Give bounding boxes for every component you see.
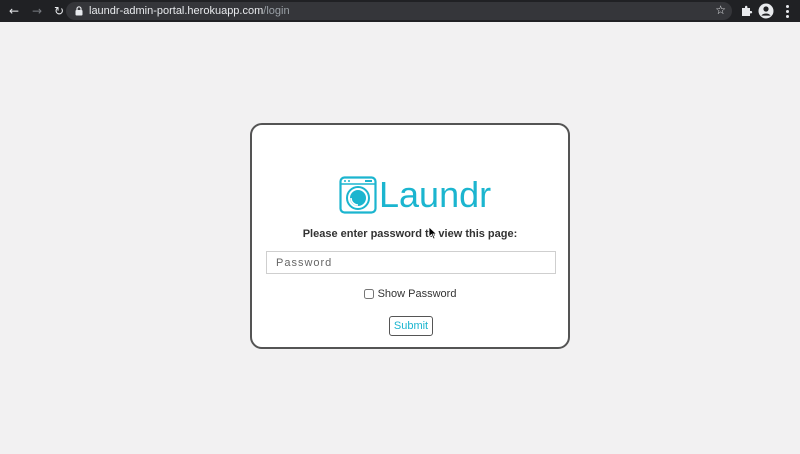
address-bar[interactable]: laundr-admin-portal.herokuapp.com/login …	[66, 2, 732, 20]
password-input[interactable]	[266, 251, 556, 274]
logo-text: Laundr	[379, 174, 492, 215]
puzzle-icon[interactable]	[740, 3, 754, 19]
browser-toolbar: ← → ↻ laundr-admin-portal.herokuapp.com/…	[0, 0, 800, 22]
login-card: Laundr Please enter password to view thi…	[250, 123, 570, 349]
washing-machine-icon	[339, 176, 377, 214]
forward-arrow-icon[interactable]: →	[28, 2, 46, 20]
lock-icon[interactable]	[74, 6, 84, 16]
url-text[interactable]: laundr-admin-portal.herokuapp.com/login	[89, 5, 290, 17]
laundr-logo: Laundr	[339, 175, 491, 215]
url-host: laundr-admin-portal.herokuapp.com	[89, 5, 264, 17]
show-password-label: Show Password	[377, 288, 457, 300]
password-prompt: Please enter password to view this page:	[302, 228, 518, 240]
star-icon[interactable]: ☆	[715, 3, 726, 17]
show-password-checkbox[interactable]	[363, 289, 374, 299]
account-icon[interactable]	[758, 3, 774, 19]
url-path: /login	[263, 5, 290, 17]
page-background: Laundr Please enter password to view thi…	[0, 22, 800, 454]
show-password-toggle[interactable]: Show Password	[252, 288, 568, 300]
back-arrow-icon[interactable]: ←	[5, 2, 23, 20]
submit-button[interactable]: Submit	[389, 316, 433, 336]
mouse-cursor-icon	[428, 226, 438, 240]
kebab-menu-icon[interactable]	[782, 3, 792, 19]
